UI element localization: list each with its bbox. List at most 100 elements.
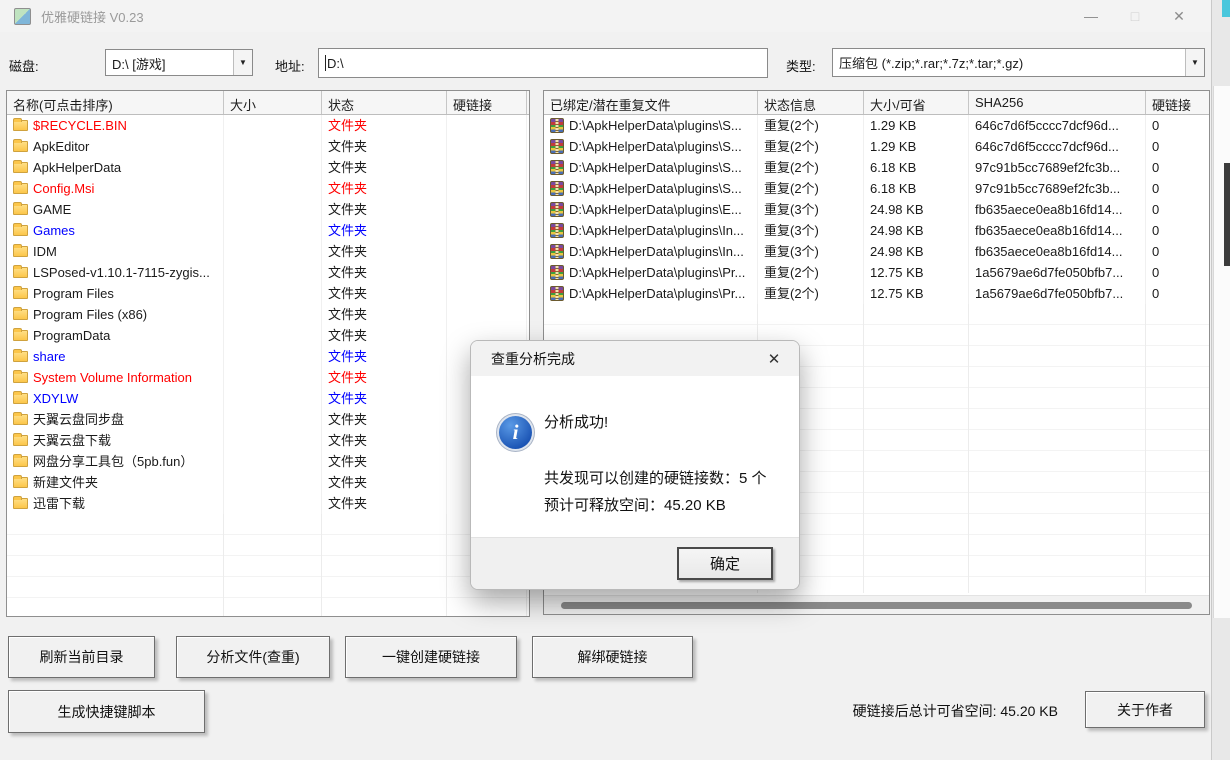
duplicate-row[interactable]: D:\ApkHelperData\plugins\S...重复(2个)1.29 … xyxy=(544,136,1209,157)
about-button[interactable]: 关于作者 xyxy=(1085,691,1205,728)
folder-row[interactable]: 新建文件夹文件夹 xyxy=(7,472,529,493)
archive-file-icon xyxy=(550,202,564,217)
analyze-button[interactable]: 分析文件(查重) xyxy=(176,636,330,678)
folder-status-cell: 文件夹 xyxy=(322,430,447,451)
folder-row[interactable]: 天翼云盘下载文件夹 xyxy=(7,430,529,451)
dialog-title: 查重分析完成 xyxy=(491,349,759,369)
size-cell: 24.98 KB xyxy=(864,199,969,220)
duplicate-row[interactable]: D:\ApkHelperData\plugins\S...重复(2个)6.18 … xyxy=(544,157,1209,178)
folder-name: 迅雷下载 xyxy=(33,493,85,514)
folder-name-cell: ApkEditor xyxy=(7,136,224,157)
disk-label: 磁盘: xyxy=(9,56,39,75)
folder-name-cell: ProgramData xyxy=(7,325,224,346)
maximize-button[interactable]: □ xyxy=(1113,0,1157,32)
folder-row[interactable]: ApkEditor文件夹 xyxy=(7,136,529,157)
create-links-button[interactable]: 一键创建硬链接 xyxy=(345,636,517,678)
folder-icon xyxy=(13,204,28,215)
folder-icon xyxy=(13,288,28,299)
folder-size-cell xyxy=(224,157,322,178)
horizontal-scrollbar[interactable] xyxy=(544,595,1209,614)
disk-select[interactable]: D:\ [游戏] ▼ xyxy=(105,49,253,76)
file-path: D:\ApkHelperData\plugins\Pr... xyxy=(569,262,745,283)
folder-row[interactable]: System Volume Information文件夹 xyxy=(7,367,529,388)
duplicate-row[interactable]: D:\ApkHelperData\plugins\In...重复(3个)24.9… xyxy=(544,241,1209,262)
folder-size-cell xyxy=(224,283,322,304)
folder-status-cell: 文件夹 xyxy=(322,493,447,514)
close-button[interactable]: ✕ xyxy=(1157,0,1201,32)
folder-row[interactable]: IDM文件夹 xyxy=(7,241,529,262)
column-header[interactable]: 已绑定/潜在重复文件 xyxy=(544,91,758,114)
folder-name-cell: 新建文件夹 xyxy=(7,472,224,493)
duplicate-row[interactable]: D:\ApkHelperData\plugins\E...重复(3个)24.98… xyxy=(544,199,1209,220)
folder-links-cell xyxy=(447,136,527,157)
column-header[interactable]: 名称(可点击排序) xyxy=(7,91,224,114)
column-header[interactable]: 状态信息 xyxy=(758,91,864,114)
scrollbar-thumb[interactable] xyxy=(561,602,1192,609)
folder-row[interactable]: GAME文件夹 xyxy=(7,199,529,220)
links-count-cell: 0 xyxy=(1146,220,1210,241)
folder-row[interactable]: ProgramData文件夹 xyxy=(7,325,529,346)
folder-size-cell xyxy=(224,115,322,136)
folder-row[interactable]: ApkHelperData文件夹 xyxy=(7,157,529,178)
folder-row[interactable]: Program Files文件夹 xyxy=(7,283,529,304)
column-header[interactable]: 状态 xyxy=(322,91,447,114)
folder-links-cell xyxy=(447,262,527,283)
background-scrollbar-sliver xyxy=(1224,163,1230,266)
info-icon: i xyxy=(499,416,532,449)
file-path-cell: D:\ApkHelperData\plugins\S... xyxy=(544,157,758,178)
folder-row[interactable]: Config.Msi 文件夹 xyxy=(7,178,529,199)
folder-status-cell: 文件夹 xyxy=(322,178,447,199)
file-path: D:\ApkHelperData\plugins\Pr... xyxy=(569,283,745,304)
folder-row[interactable]: Games文件夹 xyxy=(7,220,529,241)
folder-status-cell: 文件夹 xyxy=(322,409,447,430)
column-header[interactable]: 硬链接 xyxy=(1146,91,1210,114)
folder-row[interactable]: share文件夹 xyxy=(7,346,529,367)
folder-links-cell xyxy=(447,115,527,136)
folder-row[interactable]: LSPosed-v1.10.1-7115-zygis...文件夹 xyxy=(7,262,529,283)
address-label: 地址: xyxy=(275,56,305,75)
sha256-cell: 1a5679ae6d7fe050bfb7... xyxy=(969,262,1146,283)
column-header[interactable]: SHA256 xyxy=(969,91,1146,114)
folder-row[interactable]: 迅雷下载 文件夹 xyxy=(7,493,529,514)
folder-row[interactable]: 网盘分享工具包（5pb.fun）文件夹 xyxy=(7,451,529,472)
size-cell: 24.98 KB xyxy=(864,241,969,262)
chevron-down-icon[interactable]: ▼ xyxy=(1185,49,1204,76)
folder-name: XDYLW xyxy=(33,388,78,409)
chevron-down-icon[interactable]: ▼ xyxy=(233,50,252,75)
column-header[interactable]: 大小/可省 xyxy=(864,91,969,114)
folder-row[interactable]: 天翼云盘同步盘文件夹 xyxy=(7,409,529,430)
dialog-footer: 确定 xyxy=(471,537,799,589)
dialog-close-icon[interactable]: ✕ xyxy=(759,345,789,373)
duplicate-row[interactable]: D:\ApkHelperData\plugins\S...重复(2个)1.29 … xyxy=(544,115,1209,136)
status-info-cell: 重复(3个) xyxy=(758,199,864,220)
unbind-links-button[interactable]: 解绑硬链接 xyxy=(532,636,693,678)
folder-name: Config.Msi xyxy=(33,178,94,199)
duplicate-row[interactable]: D:\ApkHelperData\plugins\S...重复(2个)6.18 … xyxy=(544,178,1209,199)
duplicate-row[interactable]: D:\ApkHelperData\plugins\In...重复(3个)24.9… xyxy=(544,220,1209,241)
duplicate-row[interactable]: D:\ApkHelperData\plugins\Pr...重复(2个)12.7… xyxy=(544,283,1209,304)
folder-row[interactable]: Program Files (x86)文件夹 xyxy=(7,304,529,325)
status-info-cell: 重复(2个) xyxy=(758,136,864,157)
size-cell: 1.29 KB xyxy=(864,115,969,136)
sha256-cell: fb635aece0ea8b16fd14... xyxy=(969,241,1146,262)
minimize-button[interactable]: — xyxy=(1069,0,1113,32)
ok-button[interactable]: 确定 xyxy=(677,547,773,580)
folder-name: GAME xyxy=(33,199,71,220)
file-path: D:\ApkHelperData\plugins\S... xyxy=(569,136,742,157)
folder-row[interactable]: $RECYCLE.BIN文件夹 xyxy=(7,115,529,136)
duplicate-row[interactable]: D:\ApkHelperData\plugins\Pr...重复(2个)12.7… xyxy=(544,262,1209,283)
size-cell: 12.75 KB xyxy=(864,283,969,304)
refresh-button[interactable]: 刷新当前目录 xyxy=(8,636,155,678)
column-header[interactable]: 大小 xyxy=(224,91,322,114)
folder-row[interactable]: XDYLW文件夹 xyxy=(7,388,529,409)
window-controls: — □ ✕ xyxy=(1069,0,1201,32)
column-header[interactable]: 硬链接 xyxy=(447,91,527,114)
links-count-cell: 0 xyxy=(1146,241,1210,262)
titlebar: 优雅硬链接 V0.23 — □ ✕ xyxy=(0,0,1211,32)
address-input[interactable]: D:\ xyxy=(318,48,768,78)
sha256-cell: 646c7d6f5cccc7dcf96d... xyxy=(969,115,1146,136)
folder-icon xyxy=(13,246,28,257)
gen-script-button[interactable]: 生成快捷键脚本 xyxy=(8,690,205,733)
type-select[interactable]: 压缩包 (*.zip;*.rar;*.7z;*.tar;*.gz) ▼ xyxy=(832,48,1205,77)
folder-size-cell xyxy=(224,178,322,199)
